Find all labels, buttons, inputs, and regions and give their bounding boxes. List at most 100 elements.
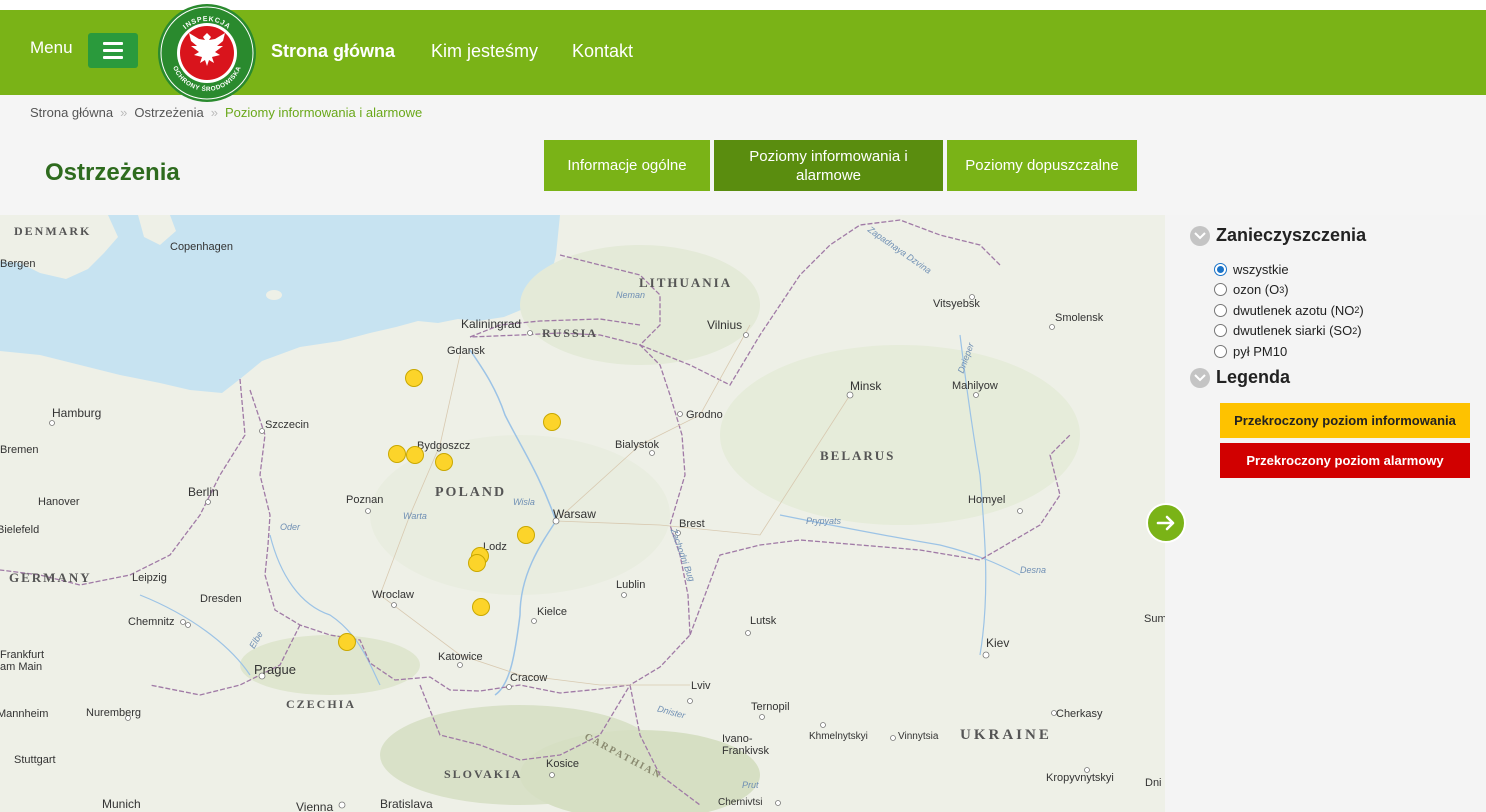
- map-city-label: Vilnius: [707, 318, 743, 332]
- map-city-label: Vienna: [296, 800, 334, 812]
- toggle-panel-arrow-button[interactable]: [1146, 503, 1186, 543]
- legend-alarm-level: Przekroczony poziom alarmowy: [1220, 443, 1470, 478]
- map-city-label: Chemnitz: [128, 616, 175, 628]
- radio-label-tail: ): [1284, 282, 1289, 298]
- radio-button[interactable]: [1214, 344, 1227, 358]
- map-city-label: Cracow: [510, 672, 548, 684]
- page-title: Ostrzeżenia: [45, 159, 180, 186]
- menu-label[interactable]: Menu: [30, 38, 73, 58]
- breadcrumb-separator: »: [210, 105, 218, 120]
- map-country-label: POLAND: [435, 485, 507, 500]
- station-marker[interactable]: [338, 633, 356, 651]
- breadcrumb-warnings[interactable]: Ostrzeżenia: [134, 105, 203, 120]
- station-marker[interactable]: [543, 413, 561, 431]
- radio-label: dwutlenek azotu (NO: [1233, 302, 1355, 318]
- station-marker[interactable]: [472, 598, 490, 616]
- map-city-label: Katowice: [438, 651, 483, 663]
- map-city-label: Smolensk: [1055, 312, 1104, 324]
- tab-label: Informacje ogólne: [567, 157, 687, 174]
- radio-sulfur-dioxide[interactable]: dwutlenek siarki (SO 2): [1214, 321, 1364, 342]
- map-city-label: Hamburg: [52, 406, 102, 420]
- station-marker[interactable]: [388, 445, 406, 463]
- map-city-label: Stuttgart: [14, 754, 56, 766]
- map-city-label: Mannheim: [0, 708, 49, 720]
- legend-title: Legenda: [1216, 367, 1291, 387]
- station-marker[interactable]: [406, 446, 424, 464]
- station-marker[interactable]: [517, 526, 535, 544]
- tab-label: Poziomy dopuszczalne: [965, 157, 1119, 174]
- map-city-label: Frankfurt am Main: [0, 649, 45, 673]
- tab-permissible-levels[interactable]: Poziomy dopuszczalne: [947, 140, 1137, 191]
- pollutants-title: Zanieczyszczenia: [1216, 225, 1367, 245]
- legend-section-header[interactable]: Legenda: [1190, 367, 1290, 388]
- radio-ozone[interactable]: ozon (O 3): [1214, 280, 1364, 301]
- chevron-down-icon[interactable]: [1190, 367, 1210, 388]
- radio-button[interactable]: [1214, 283, 1227, 297]
- map-city-label: Bergen: [0, 258, 36, 270]
- map-river-label: Prut: [742, 780, 759, 790]
- map-city-label: Kaliningrad: [461, 317, 522, 331]
- map-city-label: Lublin: [616, 579, 646, 591]
- station-marker[interactable]: [468, 554, 486, 572]
- radio-label: dwutlenek siarki (SO: [1233, 323, 1353, 339]
- breadcrumb-separator: »: [120, 105, 128, 120]
- pollutant-radio-group: wszystkie ozon (O 3) dwutlenek azotu (NO 2…: [1214, 259, 1364, 362]
- map-viewport[interactable]: DENMARK LITHUANIA RUSSIA BELARUS POLAND …: [0, 215, 1165, 812]
- map-city-label: Hanover: [38, 496, 80, 508]
- filter-panel: Zanieczyszczenia wszystkie ozon (O 3) dwu…: [1165, 215, 1486, 812]
- map-river-label: Warta: [403, 511, 427, 521]
- map-city-label: Grodno: [686, 409, 723, 421]
- hamburger-icon: [103, 42, 123, 45]
- pollutants-section-header[interactable]: Zanieczyszczenia: [1190, 225, 1366, 246]
- map-city-label: Bremen: [0, 444, 39, 456]
- radio-label-tail: ): [1357, 323, 1362, 339]
- map-river-label: Desna: [1020, 565, 1047, 575]
- map-city-label: Nuremberg: [86, 707, 142, 719]
- map-city-label: Brest: [679, 518, 705, 530]
- map-river-label: Neman: [616, 290, 646, 300]
- map-city-label: Lviv: [691, 680, 711, 692]
- map-city-label: Chernivtsi: [718, 797, 763, 808]
- map-city-label: Mahilyow: [952, 380, 998, 392]
- nav-home-link[interactable]: Strona główna: [271, 41, 395, 62]
- map-country-label: LITHUANIA: [639, 275, 733, 290]
- map-city-label: Ternopil: [751, 701, 790, 713]
- inspection-logo[interactable]: INSPEKCJA OCHRONY ŚRODOWISKA: [157, 3, 257, 103]
- nav-contact-link[interactable]: Kontakt: [572, 41, 633, 62]
- breadcrumb-current[interactable]: Poziomy informowania i alarmowe: [225, 105, 422, 120]
- map-city-label: Lutsk: [750, 615, 777, 627]
- map-city-label: Poznan: [346, 494, 384, 506]
- map-city-label: Bialystok: [615, 439, 660, 451]
- map-country-label: SLOVAKIA: [444, 767, 523, 781]
- map-city-label: Copenhagen: [170, 241, 234, 253]
- tab-general-info[interactable]: Informacje ogólne: [544, 140, 710, 191]
- map-city-label: Cherkasy: [1056, 708, 1103, 720]
- map-city-label: Szczecin: [265, 419, 310, 431]
- arrow-right-icon: [1156, 515, 1175, 531]
- radio-pm10[interactable]: pył PM10: [1214, 341, 1364, 362]
- eagle-emblem-icon: INSPEKCJA OCHRONY ŚRODOWISKA: [158, 4, 256, 102]
- map-city-label: Munich: [102, 797, 141, 811]
- radio-nitrogen-dioxide[interactable]: dwutlenek azotu (NO 2): [1214, 300, 1364, 321]
- radio-button[interactable]: [1214, 303, 1227, 317]
- station-marker[interactable]: [435, 453, 453, 471]
- map-river-label: Oder: [280, 522, 301, 532]
- map-river-label: Wisla: [513, 497, 535, 507]
- station-marker[interactable]: [405, 369, 423, 387]
- breadcrumb-home[interactable]: Strona główna: [30, 105, 113, 120]
- hamburger-menu-button[interactable]: [88, 33, 138, 68]
- map-city-label: Dresden: [200, 593, 242, 605]
- map-city-label: Kiev: [986, 636, 1010, 650]
- chevron-down-icon[interactable]: [1190, 225, 1210, 246]
- radio-button[interactable]: [1214, 262, 1227, 276]
- map-city-label: Bydgoszcz: [417, 440, 471, 452]
- subheader: Strona główna » Ostrzeżenia » Poziomy inform…: [0, 95, 1486, 215]
- tab-information-alarm-levels[interactable]: Poziomy informowania i alarmowe: [714, 140, 943, 191]
- map-country-label: RUSSIA: [542, 326, 599, 340]
- map-country-label: BELARUS: [820, 448, 896, 463]
- radio-label: pył PM10: [1233, 343, 1288, 359]
- radio-button[interactable]: [1214, 324, 1227, 338]
- radio-all[interactable]: wszystkie: [1214, 259, 1364, 280]
- nav-about-link[interactable]: Kim jesteśmy: [431, 41, 538, 62]
- map-city-label: Leipzig: [132, 572, 167, 584]
